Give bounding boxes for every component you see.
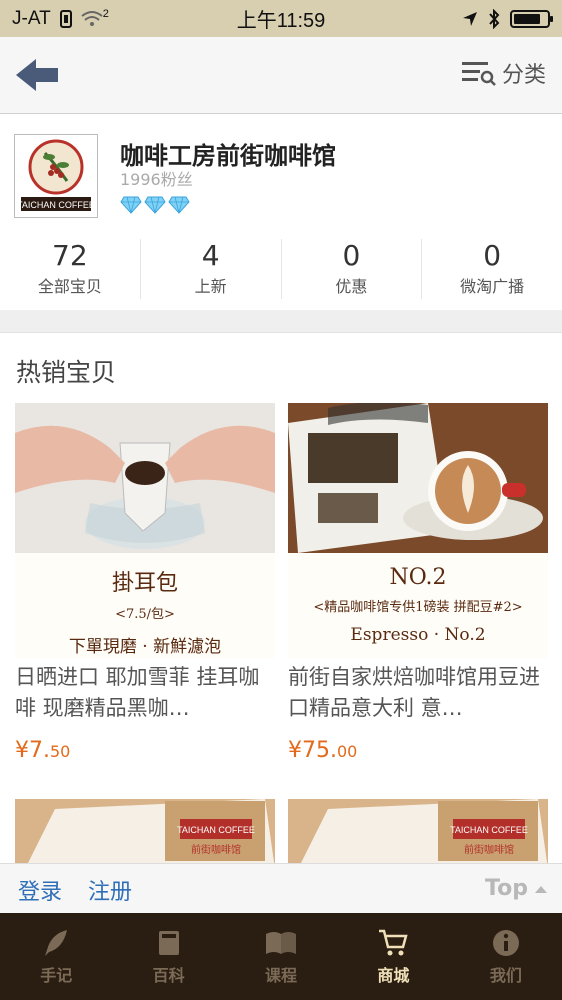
thumb-logo-text: TAICHAN COFFEE bbox=[450, 825, 528, 835]
promo-title: NO.2 bbox=[389, 565, 447, 590]
stat-new[interactable]: 4 上新 bbox=[141, 239, 282, 299]
store-logo[interactable]: TAICHAN COFFEE bbox=[14, 134, 98, 218]
promo-title: 掛耳包 bbox=[111, 571, 178, 596]
product-promo-banner: NO.2 <精品咖啡馆专供1磅装 拼配豆#2> Espresso · No.2 bbox=[288, 553, 548, 658]
stat-value: 72 bbox=[52, 239, 88, 272]
stat-label: 微淘广播 bbox=[460, 277, 525, 296]
store-header: TAICHAN COFFEE 咖啡工房前街咖啡馆 1996粉丝 72 全部宝贝 … bbox=[0, 114, 562, 310]
tab-shop[interactable]: 商城 bbox=[337, 913, 449, 1000]
promo-tagline: Espresso · No.2 bbox=[350, 625, 486, 645]
tab-about[interactable]: 我们 bbox=[450, 913, 562, 1000]
price-main: ¥7. bbox=[15, 738, 50, 763]
category-label: 分类 bbox=[501, 63, 546, 88]
product-price: ¥75.00 bbox=[288, 738, 548, 763]
promo-subtitle: <精品咖啡馆专供1磅装 拼配豆#2> bbox=[313, 600, 523, 615]
rating-diamonds bbox=[120, 196, 190, 214]
login-bar: 登录 注册 Top bbox=[0, 863, 562, 913]
fans-count: 1996粉丝 bbox=[120, 170, 193, 189]
stat-label: 全部宝贝 bbox=[37, 277, 102, 296]
bluetooth-icon bbox=[489, 8, 500, 29]
price-main: ¥75. bbox=[288, 738, 337, 763]
category-button[interactable]: 分类 bbox=[461, 57, 546, 89]
product-image[interactable] bbox=[15, 403, 275, 553]
tab-label: 手记 bbox=[40, 965, 73, 985]
tab-encyclopedia[interactable]: 百科 bbox=[112, 913, 224, 1000]
promo-tagline: 下單現磨 · 新鮮濾泡 bbox=[68, 637, 222, 657]
tab-label: 我们 bbox=[489, 965, 522, 985]
stat-discount[interactable]: 0 优惠 bbox=[282, 239, 423, 299]
list-search-icon bbox=[461, 62, 496, 86]
stat-label: 上新 bbox=[194, 277, 227, 296]
product-name[interactable]: 日晒进口 耶加雪菲 挂耳咖啡 现磨精品黑咖… bbox=[15, 662, 275, 726]
open-book-icon bbox=[266, 931, 297, 954]
product-image[interactable] bbox=[288, 403, 548, 553]
product-price: ¥7.50 bbox=[15, 738, 275, 763]
tab-label: 课程 bbox=[265, 965, 298, 985]
tab-courses[interactable]: 课程 bbox=[225, 913, 337, 1000]
promo-subtitle: <7.5/包> bbox=[115, 607, 175, 622]
diamond-icon bbox=[168, 196, 190, 214]
book-icon bbox=[158, 930, 179, 955]
sim-icon bbox=[59, 9, 72, 28]
section-title: 热销宝贝 bbox=[16, 358, 117, 387]
stat-value: 0 bbox=[342, 239, 361, 272]
product-thumbnail[interactable]: TAICHAN COFFEE 前街咖啡馆 bbox=[15, 799, 275, 869]
thumb-logo-text: TAICHAN COFFEE bbox=[177, 825, 255, 835]
product-name[interactable]: 前街自家烘焙咖啡馆用豆进口精品意大利 意… bbox=[288, 662, 548, 726]
register-link[interactable]: 注册 bbox=[88, 874, 132, 906]
cart-icon bbox=[379, 929, 409, 955]
price-cents: 50 bbox=[50, 742, 71, 761]
location-icon bbox=[463, 11, 477, 26]
thumb-sub-text: 前街咖啡馆 bbox=[191, 843, 241, 856]
nav-bar: 分类 bbox=[0, 37, 562, 114]
top-label: Top bbox=[485, 876, 528, 901]
battery-icon bbox=[510, 9, 553, 28]
wifi-icon bbox=[81, 10, 103, 26]
product-promo-banner: 掛耳包 <7.5/包> 下單現磨 · 新鮮濾泡 bbox=[15, 553, 275, 658]
bottom-tab-bar: 手记 百科 课程 商城 我们 bbox=[0, 913, 562, 1000]
back-arrow-icon[interactable] bbox=[14, 55, 62, 95]
signal-badge: 2 bbox=[102, 7, 109, 20]
diamond-icon bbox=[144, 196, 166, 214]
stat-all-items[interactable]: 72 全部宝贝 bbox=[0, 239, 141, 299]
stat-broadcast[interactable]: 0 微淘广播 bbox=[422, 239, 562, 299]
product-thumbnail[interactable]: TAICHAN COFFEE 前街咖啡馆 bbox=[288, 799, 548, 869]
thumb-sub-text: 前街咖啡馆 bbox=[464, 843, 514, 856]
tab-label: 商城 bbox=[377, 965, 410, 985]
product-card[interactable]: 掛耳包 <7.5/包> 下單現磨 · 新鮮濾泡 日晒进口 耶加雪菲 挂耳咖啡 现… bbox=[15, 403, 275, 763]
tab-notes[interactable]: 手记 bbox=[0, 913, 112, 1000]
diamond-icon bbox=[120, 196, 142, 214]
store-stats: 72 全部宝贝 4 上新 0 优惠 0 微淘广播 bbox=[0, 239, 562, 299]
hot-items-section: 热销宝贝 掛耳包 <7.5/包> 下單現磨 · 新鮮濾泡 日晒进口 耶加雪菲 挂… bbox=[0, 332, 562, 892]
quill-icon bbox=[45, 929, 68, 956]
logo-text: TAICHAN COFFEE bbox=[17, 200, 95, 210]
product-card[interactable]: NO.2 <精品咖啡馆专供1磅装 拼配豆#2> Espresso · No.2 … bbox=[288, 403, 548, 763]
back-to-top-button[interactable]: Top bbox=[485, 876, 548, 901]
tab-label: 百科 bbox=[152, 965, 185, 985]
price-cents: 00 bbox=[336, 742, 358, 761]
stat-value: 4 bbox=[201, 239, 220, 272]
info-icon bbox=[492, 929, 519, 956]
caret-up-icon bbox=[535, 885, 547, 893]
carrier-label: J-AT bbox=[12, 7, 51, 29]
stat-value: 0 bbox=[483, 239, 502, 272]
status-bar: J-AT 2 上午11:59 bbox=[0, 0, 562, 37]
stat-label: 优惠 bbox=[335, 277, 368, 296]
login-link[interactable]: 登录 bbox=[18, 874, 62, 906]
